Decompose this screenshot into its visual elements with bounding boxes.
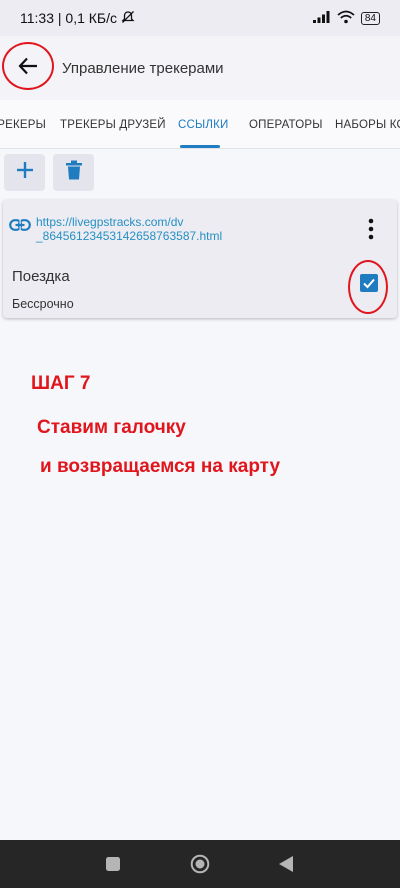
tab-trackers[interactable]: ТРЕКЕРЫ [0, 100, 46, 148]
status-time-speed: 11:33 | 0,1 КБ/с [20, 10, 117, 26]
home-button[interactable] [190, 854, 210, 879]
link-icon [9, 218, 31, 237]
tab-bar: ТРЕКЕРЫ ТРЕКЕРЫ ДРУЗЕЙ ССЫЛКИ ОПЕРАТОРЫ … [0, 100, 400, 149]
recents-button[interactable] [106, 857, 120, 876]
more-vert-icon [359, 218, 383, 245]
status-bar: 11:33 | 0,1 КБ/с 84 [0, 0, 400, 36]
share-link[interactable]: https://livegpstracks.com/dv _8645612345… [36, 215, 266, 243]
mute-icon [121, 10, 135, 27]
check-icon [360, 278, 378, 296]
link-duration: Бессрочно [12, 297, 74, 311]
share-link-line-1: https://livegpstracks.com/dv [36, 215, 184, 229]
tab-indicator [180, 145, 220, 148]
share-link-line-2: _86456123453142658763587.html [36, 229, 223, 243]
annotation-step: ШАГ 7 [31, 373, 91, 394]
page-title: Управление трекерами [62, 59, 224, 77]
battery-indicator: 84 [360, 11, 380, 25]
system-nav-bar [0, 840, 400, 888]
link-card[interactable]: https://livegpstracks.com/dv _8645612345… [3, 200, 397, 318]
more-menu-button[interactable] [359, 217, 383, 241]
tab-operators[interactable]: ОПЕРАТОРЫ [249, 100, 323, 148]
delete-button[interactable] [53, 154, 94, 191]
app-bar: Управление трекерами [0, 36, 400, 100]
wifi-icon [337, 10, 355, 27]
annotation-line-1: Ставим галочку [37, 417, 186, 438]
highlight-circle [2, 42, 54, 90]
tab-sets[interactable]: НАБОРЫ КОМ [335, 100, 400, 148]
add-button[interactable] [4, 154, 45, 191]
annotation-line-2: и возвращаемся на карту [40, 456, 281, 477]
tab-links[interactable]: ССЫЛКИ [178, 100, 229, 148]
back-nav-button[interactable] [278, 855, 294, 878]
signal-icon [312, 10, 331, 26]
trash-icon [65, 160, 83, 185]
back-button[interactable] [2, 42, 54, 90]
link-name: Поездка [12, 268, 70, 285]
enable-checkbox[interactable] [360, 274, 378, 292]
tab-friends-trackers[interactable]: ТРЕКЕРЫ ДРУЗЕЙ [60, 100, 166, 148]
plus-icon [15, 160, 35, 185]
